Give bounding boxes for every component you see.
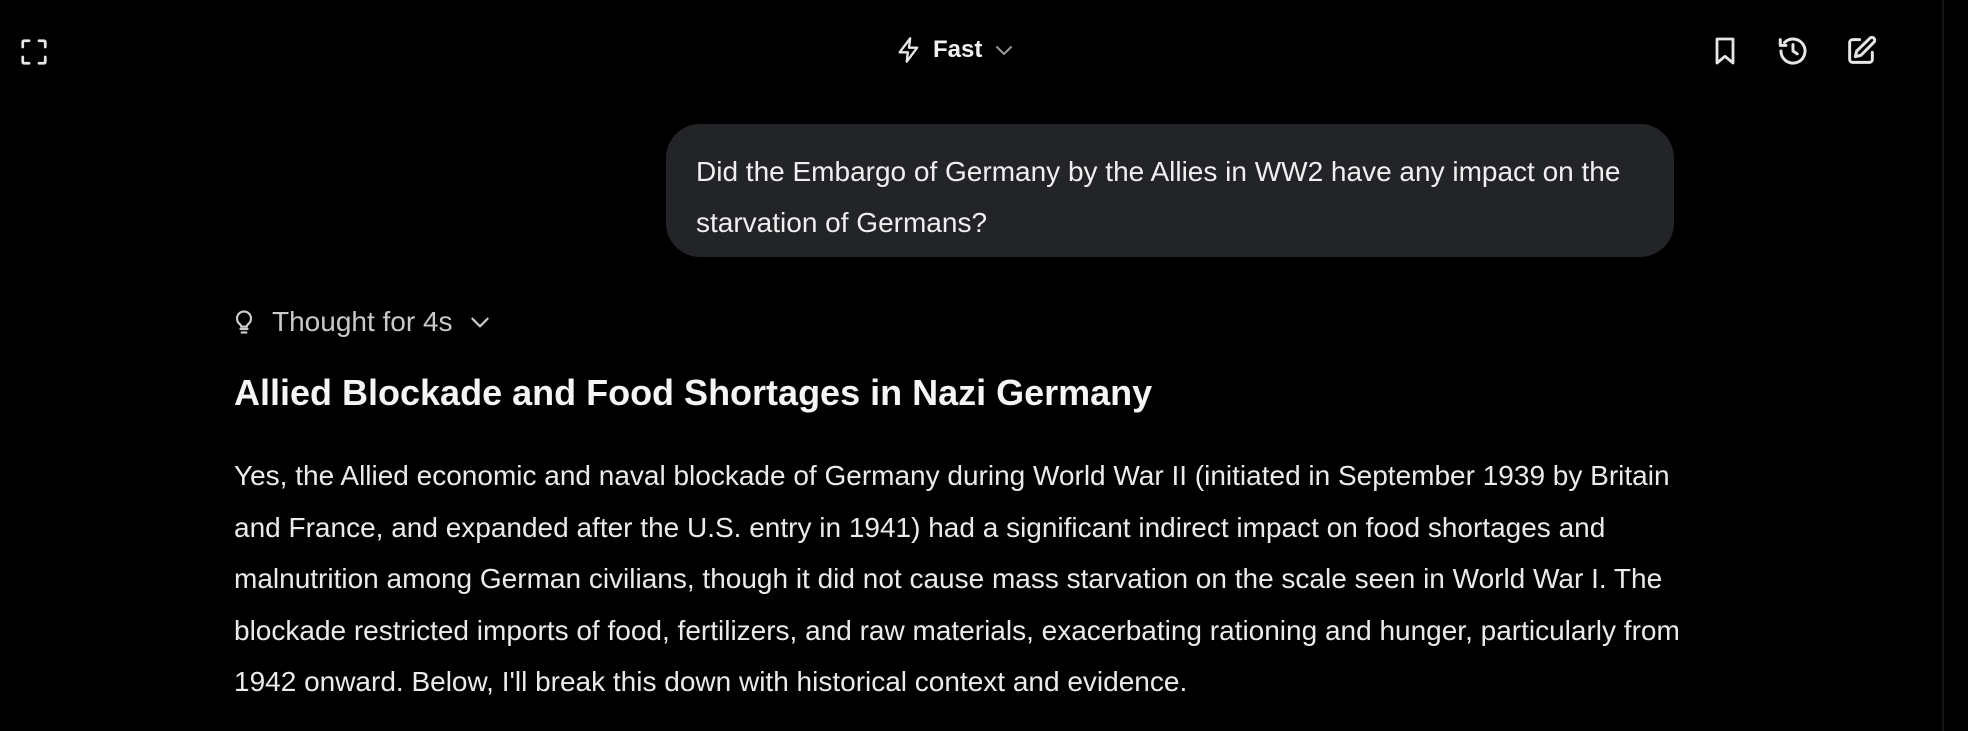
lightbulb-icon	[235, 310, 253, 334]
thought-toggle[interactable]: Thought for 4s	[230, 302, 493, 342]
chevron-down-icon	[470, 317, 489, 328]
history-icon	[1778, 37, 1807, 65]
top-actions	[1706, 32, 1880, 70]
chat-page: Fast Did the Embargo of Germany by the A…	[0, 0, 1968, 731]
bolt-icon	[898, 37, 919, 63]
chevron-down-icon	[996, 46, 1013, 55]
bookmark-icon	[1715, 37, 1735, 65]
fullscreen-icon	[21, 39, 47, 65]
fullscreen-button[interactable]	[18, 36, 50, 68]
thought-label: Thought for 4s	[272, 306, 453, 337]
new-chat-button[interactable]	[1842, 32, 1880, 70]
model-selector[interactable]: Fast	[895, 30, 1016, 70]
scrollbar-track[interactable]	[1942, 0, 1944, 731]
history-button[interactable]	[1774, 32, 1812, 70]
user-message-text: Did the Embargo of Germany by the Allies…	[696, 156, 1621, 238]
bookmark-button[interactable]	[1706, 32, 1744, 70]
edit-icon	[1848, 35, 1877, 64]
user-message-bubble: Did the Embargo of Germany by the Allies…	[666, 124, 1674, 257]
answer-heading: Allied Blockade and Food Shortages in Na…	[234, 372, 1153, 413]
model-label: Fast	[933, 36, 983, 63]
answer-paragraph: Yes, the Allied economic and naval block…	[234, 460, 1680, 697]
